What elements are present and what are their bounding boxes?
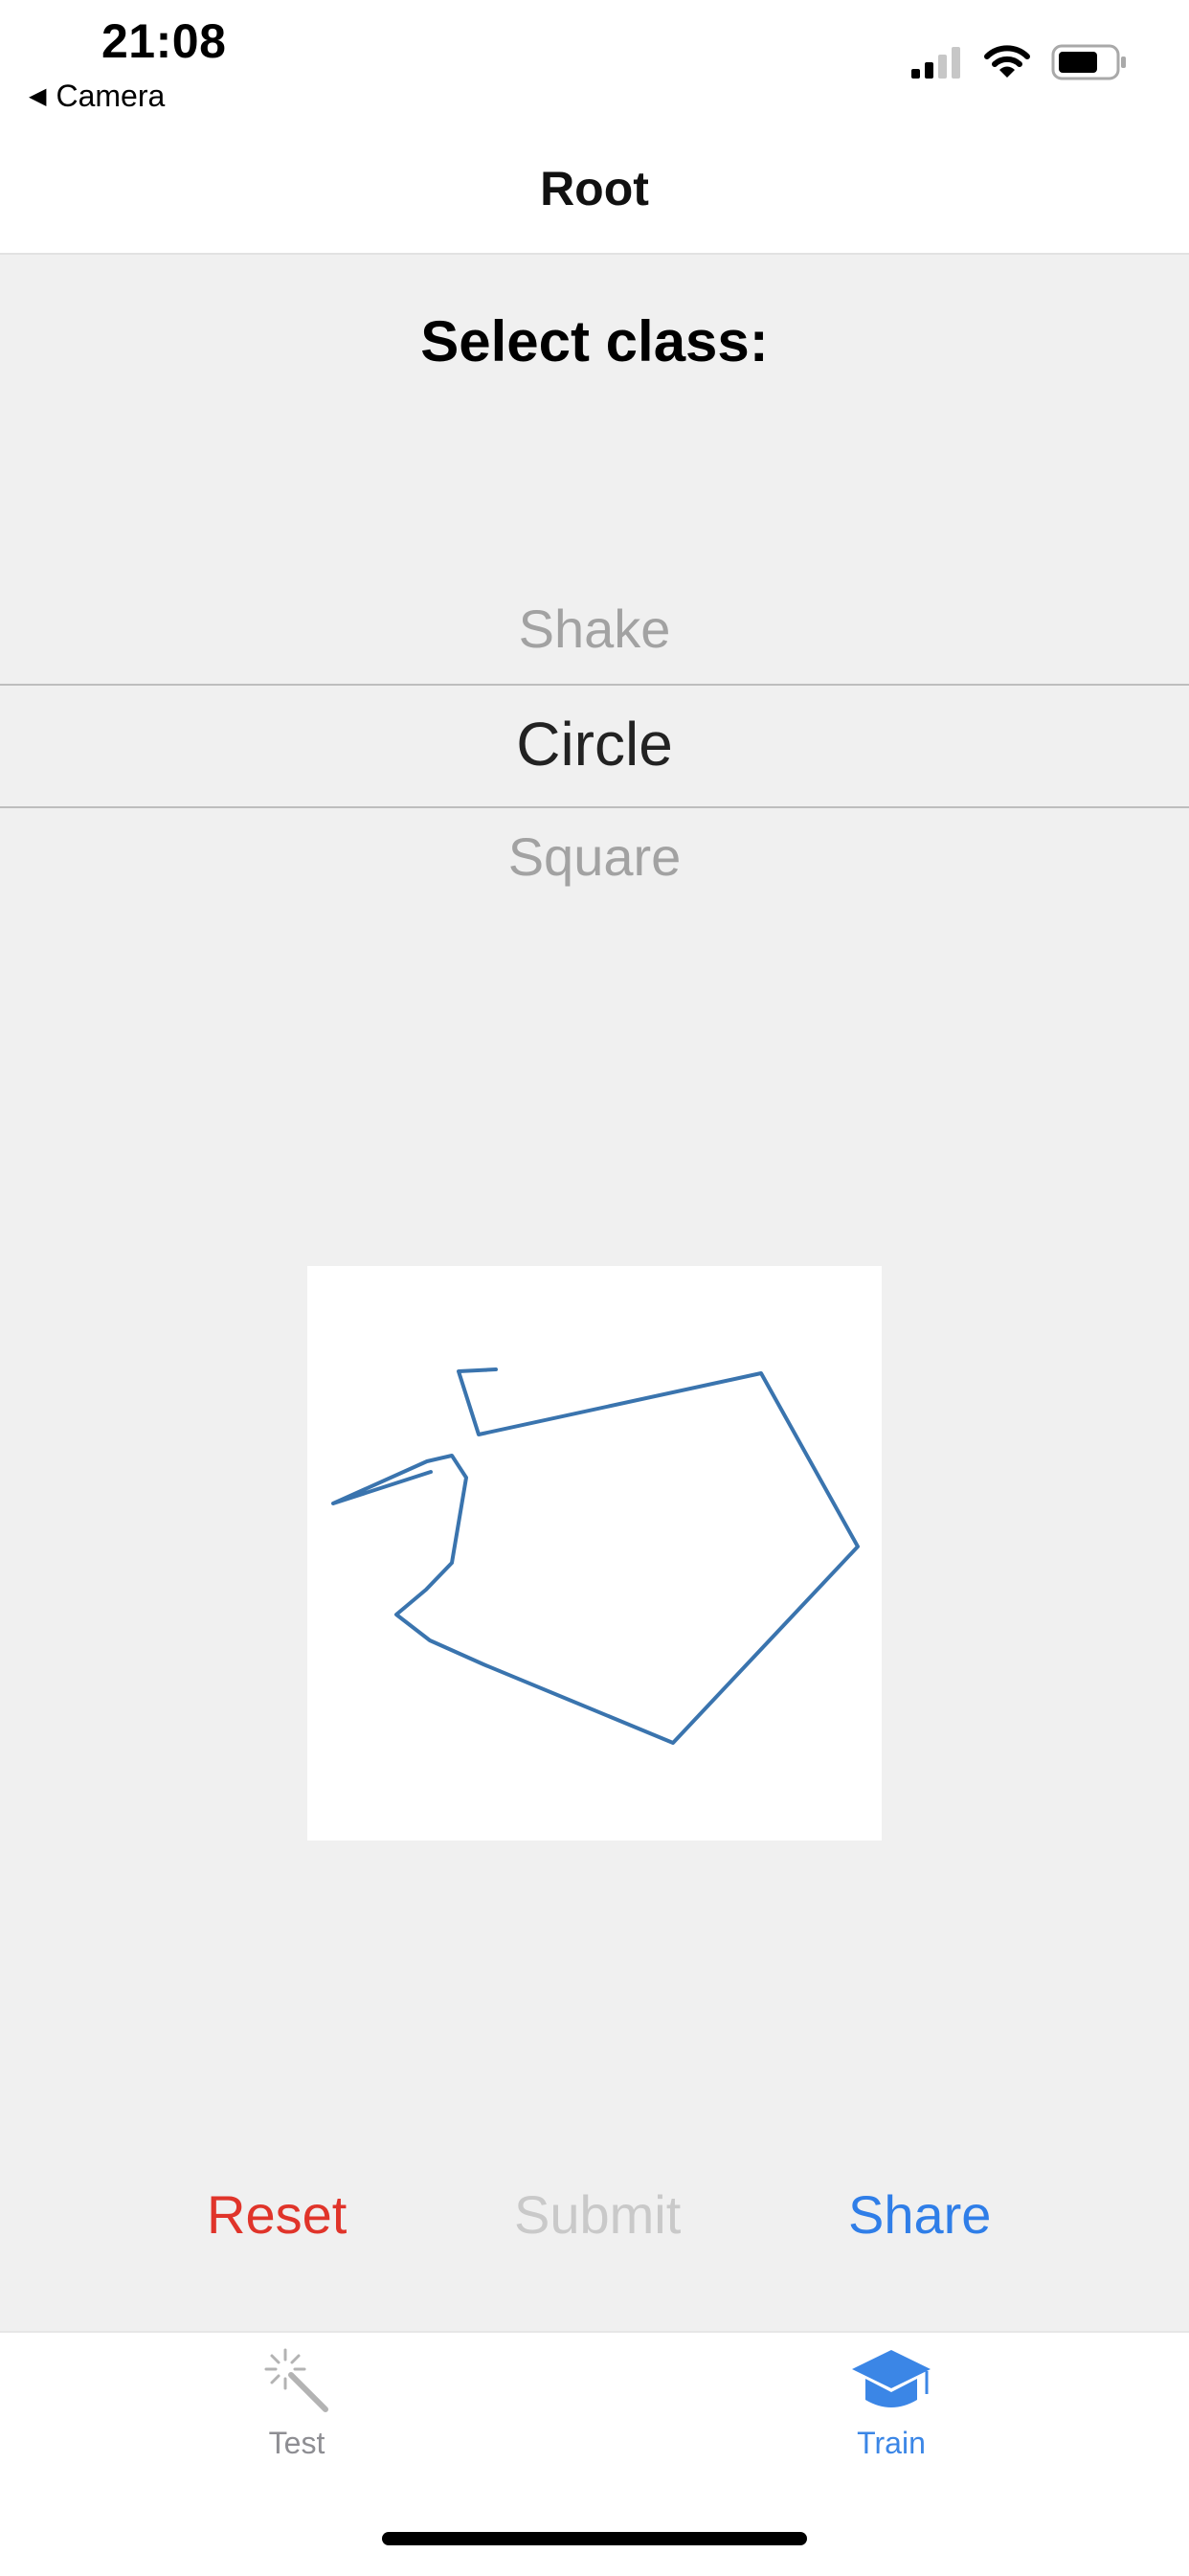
status-time: 21:08 xyxy=(101,14,227,68)
back-app-label: Camera xyxy=(56,79,166,113)
class-picker[interactable]: Shake Circle Square xyxy=(0,575,1189,900)
wifi-icon xyxy=(984,45,1030,78)
tab-train[interactable]: Train xyxy=(776,2346,1006,2461)
back-triangle-icon: ◀ xyxy=(29,83,47,109)
submit-button[interactable]: Submit xyxy=(514,2183,681,2246)
reset-button[interactable]: Reset xyxy=(207,2183,347,2246)
share-button[interactable]: Share xyxy=(848,2183,991,2246)
graduation-cap-icon xyxy=(852,2350,931,2407)
picker-option-circle-selected[interactable]: Circle xyxy=(0,709,1189,780)
picker-selection-top-line xyxy=(0,684,1189,686)
signal-icon xyxy=(911,47,960,79)
picker-option-shake[interactable]: Shake xyxy=(0,598,1189,660)
tab-test-label: Test xyxy=(268,2426,325,2460)
status-bar: 21:08 ◀ Camera xyxy=(0,0,1189,134)
status-icons xyxy=(909,44,1128,80)
picker-option-square[interactable]: Square xyxy=(0,825,1189,888)
select-class-title: Select class: xyxy=(420,309,769,373)
nav-title: Root xyxy=(540,162,649,215)
home-indicator xyxy=(382,2532,807,2545)
picker-selection-bottom-line xyxy=(0,806,1189,808)
tab-train-label: Train xyxy=(857,2426,926,2460)
back-to-app-button[interactable]: ◀ Camera xyxy=(29,79,165,114)
tab-test[interactable]: Test xyxy=(182,2346,412,2461)
gesture-drawing-canvas xyxy=(307,1266,882,1841)
battery-icon xyxy=(1051,44,1126,80)
gesture-stroke xyxy=(331,1367,860,1745)
navigation-bar: Root xyxy=(0,134,1189,255)
magic-wand-icon xyxy=(264,2348,328,2412)
action-bar: Reset Submit Share xyxy=(0,2183,1189,2260)
